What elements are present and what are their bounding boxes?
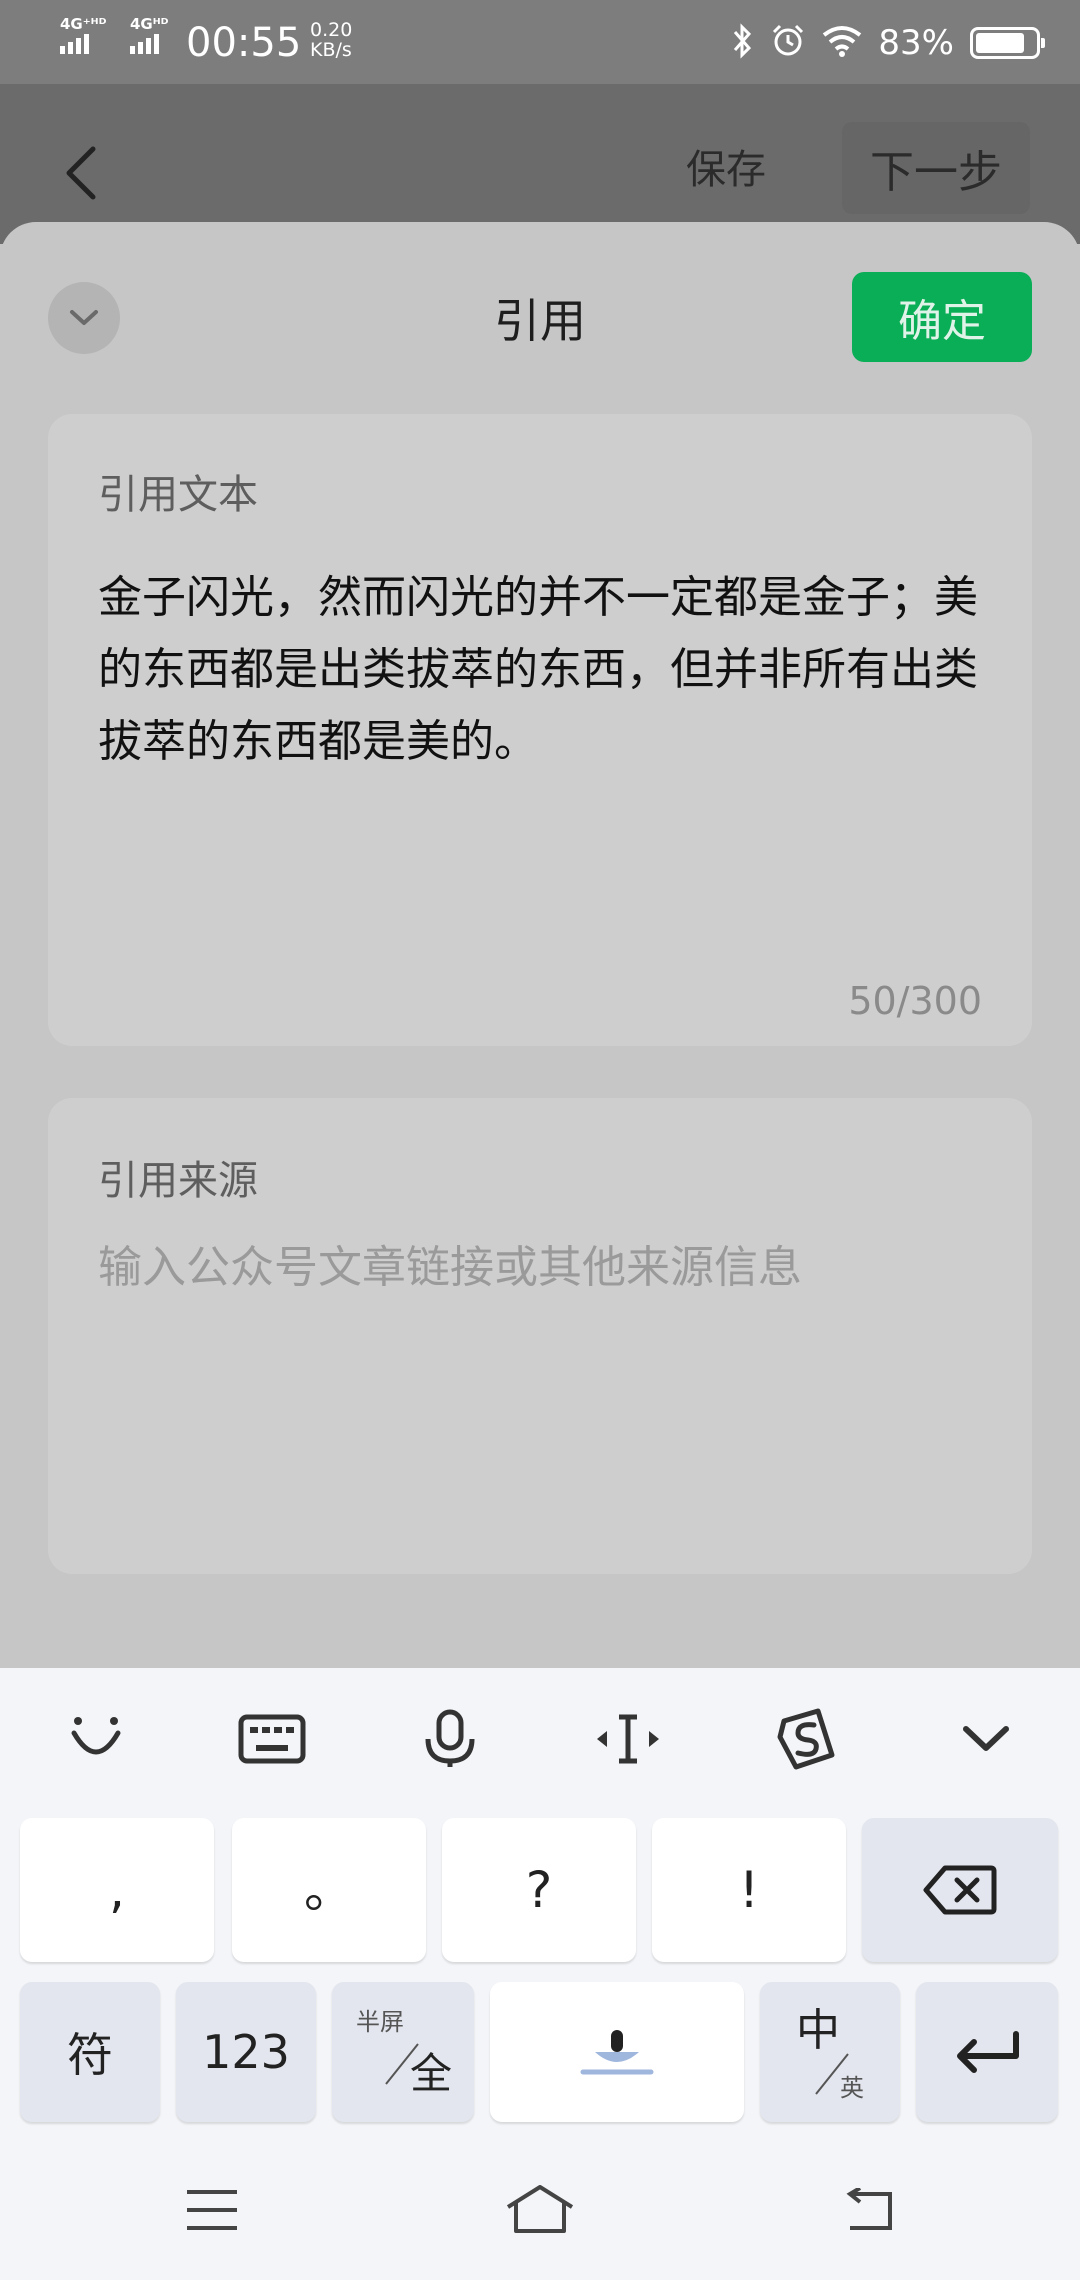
- signal-icon: [130, 34, 159, 54]
- status-icons: 83%: [732, 18, 1045, 68]
- status-time: 00:55: [186, 20, 302, 66]
- character-counter: 50/300: [848, 979, 982, 1023]
- editor-header: 保存 下一步: [0, 84, 1080, 244]
- bluetooth-icon: [732, 23, 754, 63]
- alarm-icon: [770, 23, 806, 63]
- language-toggle-key[interactable]: 中 英: [760, 1982, 900, 2122]
- emoji-icon[interactable]: [56, 1704, 136, 1774]
- wifi-icon: [822, 25, 862, 61]
- network-indicator-2: 4Gᴴᴰ: [130, 15, 169, 33]
- home-icon[interactable]: [500, 2180, 580, 2240]
- network-indicator-1: 4G⁺ᴴᴰ: [60, 15, 107, 33]
- key-period[interactable]: 。: [232, 1818, 426, 1962]
- key-label-bottom: 英: [840, 2074, 864, 2102]
- width-toggle-key[interactable]: 半屏 全: [332, 1982, 474, 2122]
- quote-source-input[interactable]: 输入公众号文章链接或其他来源信息: [98, 1238, 998, 1298]
- key-label: 。: [304, 1861, 354, 1919]
- key-label: ?: [525, 1861, 553, 1919]
- numbers-key[interactable]: 123: [176, 1982, 316, 2122]
- back-button[interactable]: [50, 138, 110, 208]
- hide-keyboard-icon[interactable]: [946, 1704, 1026, 1774]
- key-question[interactable]: ?: [442, 1818, 636, 1962]
- quote-text-label: 引用文本: [98, 472, 258, 518]
- network-speed: 0.20 KB/s: [310, 20, 352, 60]
- key-label: 符: [67, 2028, 113, 2082]
- confirm-button[interactable]: 确定: [852, 272, 1032, 362]
- battery-icon: [970, 27, 1045, 59]
- quote-source-card[interactable]: 引用来源 输入公众号文章链接或其他来源信息: [48, 1098, 1032, 1574]
- microphone-icon[interactable]: [410, 1704, 490, 1774]
- quote-sheet: 引用 确定 引用文本 金子闪光，然而闪光的并不一定都是金子；美的东西都是出类拔萃…: [0, 222, 1080, 1668]
- quote-text-card[interactable]: 引用文本 金子闪光，然而闪光的并不一定都是金子；美的东西都是出类拔萃的东西，但并…: [48, 414, 1032, 1046]
- network-speed-unit: KB/s: [310, 39, 352, 61]
- menu-icon[interactable]: [172, 2180, 252, 2240]
- status-bar: 4G⁺ᴴᴰ 4Gᴴᴰ 00:55 0.20 KB/s 83%: [0, 0, 1080, 84]
- sogou-logo-icon[interactable]: [766, 1704, 846, 1774]
- delete-key[interactable]: [862, 1818, 1058, 1962]
- enter-key[interactable]: [916, 1982, 1058, 2122]
- next-step-button[interactable]: 下一步: [842, 122, 1030, 214]
- key-label: 123: [202, 2025, 290, 2079]
- key-label: !: [738, 1861, 760, 1919]
- keyboard-icon[interactable]: [232, 1704, 312, 1774]
- keyboard-toolbar: [0, 1668, 1080, 1808]
- save-button[interactable]: 保存: [686, 142, 766, 198]
- symbols-key[interactable]: 符: [20, 1982, 160, 2122]
- chevron-left-icon: [66, 146, 96, 200]
- key-comma[interactable]: ,: [20, 1818, 214, 1962]
- quote-source-label: 引用来源: [98, 1158, 258, 1204]
- signal-icon: [60, 34, 89, 54]
- key-label-top: 中: [796, 2005, 840, 2056]
- enter-icon: [957, 2031, 1019, 2073]
- network-speed-value: 0.20: [310, 19, 353, 41]
- battery-percent: 83%: [878, 23, 954, 63]
- key-exclamation[interactable]: !: [652, 1818, 846, 1962]
- key-label: ,: [109, 1861, 125, 1919]
- quote-text-input[interactable]: 金子闪光，然而闪光的并不一定都是金子；美的东西都是出类拔萃的东西，但并非所有出类…: [98, 562, 998, 778]
- backspace-icon: [923, 1865, 997, 1915]
- key-label-top: 半屏: [356, 2008, 404, 2036]
- key-label-bottom: 全: [410, 2049, 453, 2098]
- cursor-move-icon[interactable]: [588, 1704, 668, 1774]
- space-key[interactable]: [490, 1982, 744, 2122]
- voice-space-icon: [580, 2030, 654, 2075]
- back-icon[interactable]: [828, 2180, 908, 2240]
- system-nav-bar: [0, 2140, 1080, 2280]
